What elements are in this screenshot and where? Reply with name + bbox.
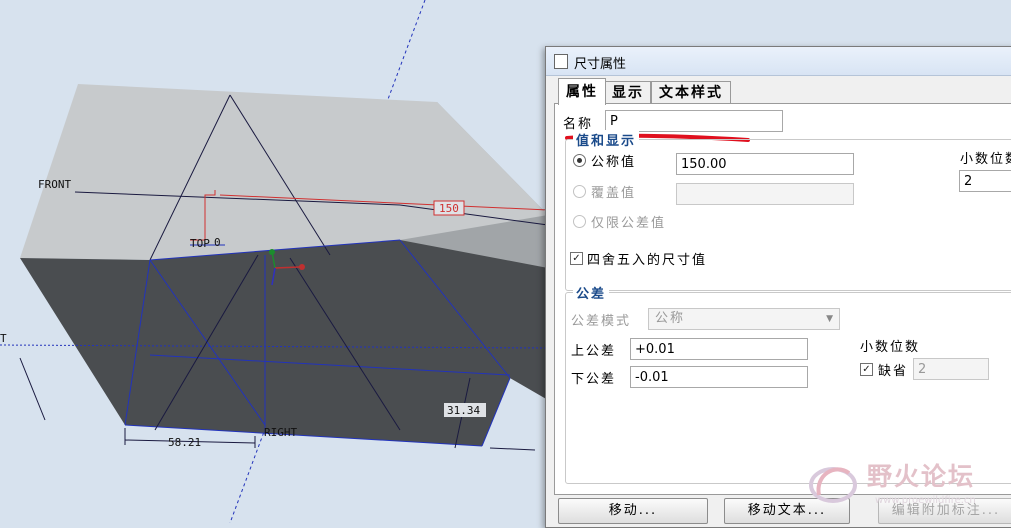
dimension-leader: [19, 357, 46, 421]
datum-label-partial: T: [0, 332, 7, 345]
tolerance-mode-value: 公称: [655, 311, 686, 326]
override-radio[interactable]: [573, 185, 586, 198]
dimension-leader: [489, 447, 536, 451]
watermark-logo: [809, 467, 857, 503]
tolerance-only-label: 仅限公差值: [591, 216, 667, 231]
override-label: 覆盖值: [591, 186, 637, 201]
tolerance-decimals-label: 小数位数: [860, 340, 921, 355]
rounded-checkbox[interactable]: ✓: [570, 252, 583, 265]
dimension-value-150[interactable]: 150: [439, 202, 459, 215]
triad-x-dot: [299, 264, 305, 270]
tolerance-decimals-input[interactable]: 2: [913, 358, 989, 380]
datum-label-front: FRONT: [38, 178, 71, 191]
upper-tolerance-input[interactable]: +0.01: [630, 338, 808, 360]
decimals-input[interactable]: 2: [959, 170, 1011, 192]
dialog-titlebar[interactable]: 尺寸属性: [546, 47, 1011, 76]
tab-properties[interactable]: 属性: [558, 78, 606, 105]
triad-axis: [274, 266, 301, 269]
tab-text-style[interactable]: 文本样式: [651, 81, 731, 104]
nominal-radio[interactable]: [573, 154, 586, 167]
name-input[interactable]: P: [605, 110, 783, 132]
origin-label: 0: [214, 236, 221, 249]
value-display-legend: 值和显示: [573, 130, 640, 149]
watermark-url: www.proewildfire.cn: [875, 495, 976, 506]
properties-tab-panel: 名称 P 值和显示 公称值 150.00 覆盖值 仅限公差值 小数位数 2 ✓ …: [554, 103, 1011, 495]
triad-y-dot: [269, 249, 275, 255]
tolerance-mode-label: 公差模式: [571, 314, 632, 329]
window-icon: [554, 54, 568, 69]
datum-label-right: RIGHT: [264, 426, 297, 439]
watermark-text: 野火论坛: [867, 462, 976, 491]
nominal-label: 公称值: [591, 155, 637, 170]
dimension-value-3134[interactable]: 31.34: [447, 404, 480, 417]
datum-label-top: TOP: [190, 237, 210, 250]
nominal-value-input[interactable]: 150.00: [676, 153, 854, 175]
lower-tolerance-input[interactable]: -0.01: [630, 366, 808, 388]
upper-tolerance-label: 上公差: [571, 344, 617, 359]
dialog-title: 尺寸属性: [574, 57, 627, 72]
rounded-label: 四舍五入的尺寸值: [587, 253, 708, 268]
chevron-down-icon: ▼: [826, 314, 835, 324]
tolerance-only-radio[interactable]: [573, 215, 586, 228]
dimension-value-5821[interactable]: 58.21: [168, 436, 201, 449]
tab-display[interactable]: 显示: [605, 81, 651, 104]
default-decimals-label: 缺省: [878, 364, 909, 379]
override-value-input[interactable]: [676, 183, 854, 205]
decimals-label: 小数位数: [960, 152, 1011, 167]
default-decimals-checkbox[interactable]: ✓: [860, 363, 873, 376]
tolerance-mode-select[interactable]: 公称 ▼: [648, 308, 840, 330]
tolerance-legend: 公差: [573, 283, 610, 302]
move-button[interactable]: 移动...: [558, 498, 708, 524]
lower-tolerance-label: 下公差: [571, 372, 617, 387]
watermark: 野火论坛 www.proewildfire.cn: [805, 455, 1005, 523]
